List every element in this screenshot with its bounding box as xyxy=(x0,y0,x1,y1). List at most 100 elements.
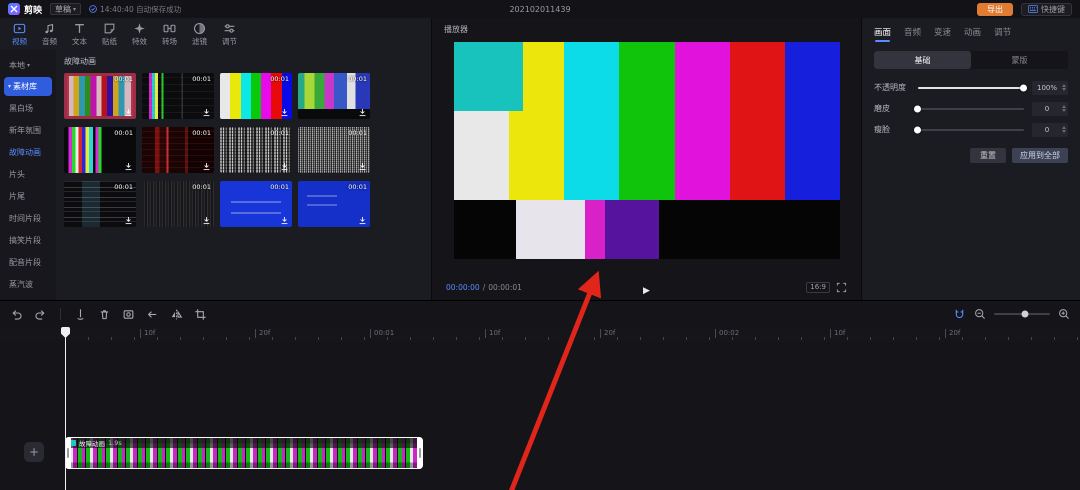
inspector-tab-adjust[interactable]: 调节 xyxy=(994,26,1011,38)
glitch-square xyxy=(454,42,523,111)
zoom-slider-knob[interactable] xyxy=(1021,311,1028,318)
download-icon[interactable] xyxy=(202,162,211,171)
time-separator: / xyxy=(483,283,486,292)
reset-button[interactable]: 重置 xyxy=(970,148,1006,163)
clip-trim-right-handle[interactable] xyxy=(417,437,423,469)
export-button[interactable]: 导出 xyxy=(977,3,1013,16)
zoom-slider[interactable] xyxy=(994,313,1050,315)
autosave-text: 14:40:40 自动保存成功 xyxy=(100,4,181,15)
shortcuts-button[interactable]: 快捷键 xyxy=(1021,3,1072,16)
download-icon[interactable] xyxy=(280,108,289,117)
value-stepper[interactable] xyxy=(1062,126,1068,133)
video-preview[interactable] xyxy=(454,42,840,259)
smooth-skin-slider[interactable] xyxy=(918,108,1024,110)
download-icon[interactable] xyxy=(358,216,367,225)
delete-icon[interactable] xyxy=(98,308,111,321)
media-item[interactable]: 00:01 xyxy=(298,127,370,173)
zoom-out-icon[interactable] xyxy=(974,308,986,320)
sidebar-item-dub-clips[interactable]: 配音片段 xyxy=(0,251,56,273)
media-item[interactable]: 00:01 xyxy=(142,73,214,119)
media-tab-text[interactable]: 文本 xyxy=(72,22,87,47)
sidebar-item-vaporwave[interactable]: 蒸汽波 xyxy=(0,273,56,295)
timeline-ruler[interactable]: 10f 20f 00:01 10f 20f 00:02 10f 20f xyxy=(0,327,1080,342)
sidebar-item-library[interactable]: ▾素材库 xyxy=(4,77,52,96)
media-tab-label: 滤镜 xyxy=(192,36,207,47)
inspector-tab-animation[interactable]: 动画 xyxy=(964,26,981,38)
sidebar-item-glitch[interactable]: 故障动画 xyxy=(0,141,56,163)
download-icon[interactable] xyxy=(124,162,133,171)
aspect-ratio-button[interactable]: 16:9 xyxy=(806,282,830,293)
slider-knob[interactable] xyxy=(914,105,921,112)
opacity-slider[interactable] xyxy=(918,87,1024,89)
media-tab-sticker[interactable]: 贴纸 xyxy=(102,22,117,47)
drafts-menu-button[interactable]: 草稿 ▾ xyxy=(50,3,81,15)
media-item[interactable]: 00:01 xyxy=(142,127,214,173)
color-bar-segment xyxy=(516,200,585,259)
value-stepper[interactable] xyxy=(1062,105,1068,112)
download-icon[interactable] xyxy=(202,216,211,225)
inspector-tab-picture[interactable]: 画面 xyxy=(874,26,891,38)
smooth-skin-value[interactable]: 0 xyxy=(1032,102,1068,116)
fullscreen-icon[interactable] xyxy=(836,282,847,293)
add-media-button[interactable]: + xyxy=(24,442,44,462)
slider-knob[interactable] xyxy=(914,126,921,133)
timeline-clip[interactable]: 故障动画 1.9s xyxy=(65,437,423,469)
media-item[interactable]: 00:01 xyxy=(298,181,370,227)
download-icon[interactable] xyxy=(280,216,289,225)
media-tab-label: 音频 xyxy=(42,36,57,47)
opacity-value[interactable]: 100% xyxy=(1032,81,1068,95)
slim-face-slider[interactable] xyxy=(918,129,1024,131)
download-icon[interactable] xyxy=(280,162,289,171)
media-item[interactable]: 00:01 xyxy=(64,181,136,227)
media-item[interactable]: 00:01 xyxy=(142,181,214,227)
media-item[interactable]: 00:01 xyxy=(64,73,136,119)
zoom-in-icon[interactable] xyxy=(1058,308,1070,320)
media-tab-adjust[interactable]: 调节 xyxy=(222,22,237,47)
sticker-icon xyxy=(103,22,116,35)
sidebar-item-label: 故障动画 xyxy=(9,147,41,158)
media-item[interactable]: 00:01 xyxy=(220,181,292,227)
sidebar-item-label: 配音片段 xyxy=(9,257,41,268)
media-item[interactable]: 00:01 xyxy=(298,73,370,119)
value-stepper[interactable] xyxy=(1062,84,1068,91)
subtab-basic[interactable]: 基础 xyxy=(874,51,971,69)
download-icon[interactable] xyxy=(358,162,367,171)
media-tab-transition[interactable]: 转场 xyxy=(162,22,177,47)
download-icon[interactable] xyxy=(124,108,133,117)
sidebar-item-intro[interactable]: 片头 xyxy=(0,163,56,185)
crop-icon[interactable] xyxy=(194,308,207,321)
reverse-icon[interactable] xyxy=(146,308,159,321)
media-tab-filter[interactable]: 滤镜 xyxy=(192,22,207,47)
sidebar-item-local[interactable]: 本地▾ xyxy=(0,54,56,76)
sidebar-item-outro[interactable]: 片尾 xyxy=(0,185,56,207)
play-button[interactable]: ▶ xyxy=(643,278,650,297)
redo-icon[interactable] xyxy=(34,308,47,321)
download-icon[interactable] xyxy=(358,108,367,117)
sidebar-item-funny-clips[interactable]: 搞笑片段 xyxy=(0,229,56,251)
magnet-snap-icon[interactable] xyxy=(953,308,966,321)
download-icon[interactable] xyxy=(124,216,133,225)
sidebar-item-newyear[interactable]: 新年氛围 xyxy=(0,119,56,141)
media-item[interactable]: 00:01 xyxy=(64,127,136,173)
inspector-tab-speed[interactable]: 变速 xyxy=(934,26,951,38)
slider-knob[interactable] xyxy=(1020,84,1027,91)
media-tab-audio[interactable]: 音频 xyxy=(42,22,57,47)
apply-all-button[interactable]: 应用到全部 xyxy=(1012,148,1068,163)
media-tab-effects[interactable]: 特效 xyxy=(132,22,147,47)
media-item[interactable]: 00:01 xyxy=(220,127,292,173)
slim-face-value[interactable]: 0 xyxy=(1032,123,1068,137)
download-icon[interactable] xyxy=(202,108,211,117)
inspector-tab-audio[interactable]: 音频 xyxy=(904,26,921,38)
split-icon[interactable] xyxy=(74,308,87,321)
mirror-icon[interactable] xyxy=(170,308,183,321)
media-tab-video[interactable]: 视频 xyxy=(12,22,27,47)
sidebar-item-time-clips[interactable]: 时间片段 xyxy=(0,207,56,229)
media-item[interactable]: 00:01 xyxy=(220,73,292,119)
subtab-mask[interactable]: 蒙版 xyxy=(971,51,1068,69)
freeze-frame-icon[interactable] xyxy=(122,308,135,321)
duration-badge: 00:01 xyxy=(348,129,367,137)
sidebar-item-label: 新年氛围 xyxy=(9,125,41,136)
undo-icon[interactable] xyxy=(10,308,23,321)
sidebar-item-blackwhite[interactable]: 黑白场 xyxy=(0,97,56,119)
playhead[interactable] xyxy=(65,327,66,490)
